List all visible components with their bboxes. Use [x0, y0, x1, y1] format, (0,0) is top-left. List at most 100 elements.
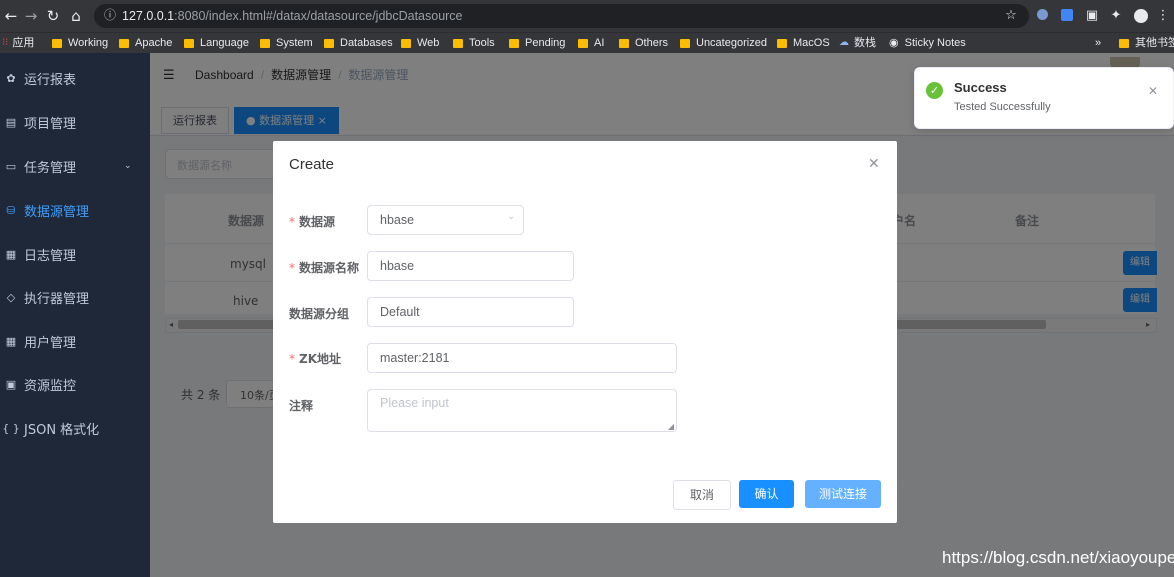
input-value: Default — [380, 305, 420, 319]
url-text[interactable]: 127.0.0.1:8080/index.html#/datax/datasou… — [122, 9, 463, 24]
folder-icon — [509, 38, 519, 48]
translate-icon[interactable] — [1060, 9, 1074, 23]
log-icon: ▦ — [5, 247, 17, 261]
zk-address-input[interactable]: master:2181 — [367, 343, 677, 373]
bookmark-apache[interactable]: Apache — [119, 36, 172, 50]
sidebar-item-log[interactable]: ▦ 日志管理 — [0, 232, 150, 276]
close-icon[interactable]: ✕ — [868, 156, 880, 172]
sidebar-item-label: JSON 格式化 — [24, 422, 100, 438]
sidebar-item-executor[interactable]: ◇ 执行器管理 — [0, 275, 150, 319]
bookmark-label: 其他书签 — [1135, 37, 1174, 49]
label-text: 数据源分组 — [289, 307, 350, 321]
folder-icon — [680, 38, 690, 48]
bookmark-databases[interactable]: Databases — [324, 36, 393, 50]
sidebar-item-report[interactable]: ✿ 运行报表 — [0, 56, 150, 100]
folder-icon — [184, 38, 194, 48]
required-asterisk: * — [289, 215, 295, 229]
bookmark-macos[interactable]: MacOS — [777, 36, 830, 50]
sidebar-item-datasource[interactable]: ⛁ 数据源管理 — [0, 188, 150, 232]
bookmarks-more[interactable]: » — [1095, 36, 1101, 50]
cancel-button[interactable]: 取消 — [673, 480, 731, 510]
bookmark-label: 数栈 — [854, 37, 876, 49]
back-icon[interactable]: ← — [2, 6, 20, 26]
home-icon[interactable]: ⌂ — [67, 6, 85, 26]
bookmark-language[interactable]: Language — [184, 36, 249, 50]
menu-icon[interactable]: ⋮ — [1156, 9, 1170, 23]
star-icon[interactable]: ☆ — [1004, 9, 1018, 23]
info-icon[interactable]: ⓘ — [104, 8, 118, 22]
sidebar-item-label: 资源监控 — [24, 378, 77, 394]
bookmark-label: AI — [594, 37, 605, 49]
dialog-title: Create — [289, 156, 335, 173]
sidebar-item-label: 任务管理 — [24, 160, 77, 176]
sidebar-item-json[interactable]: { } JSON 格式化 — [0, 406, 150, 450]
confirm-button[interactable]: 确认 — [739, 480, 794, 508]
sidebar-item-label: 数据源管理 — [24, 204, 90, 220]
sidebar-item-label: 执行器管理 — [24, 291, 90, 307]
folder-icon — [578, 38, 588, 48]
chevron-down-icon: ⌄ — [507, 212, 515, 222]
required-asterisk: * — [289, 352, 295, 366]
bookmark-sticky-notes[interactable]: ◉ Sticky Notes — [889, 36, 966, 50]
executor-icon: ◇ — [6, 290, 16, 304]
watermark: https://blog.csdn.net/xiaoyoupei — [942, 548, 1174, 567]
label-text: ZK地址 — [299, 352, 342, 366]
folder-icon — [52, 38, 62, 48]
bookmark-web[interactable]: Web — [401, 36, 439, 50]
apps-icon: ⁝⁝ — [2, 37, 9, 48]
bookmark-working[interactable]: Working — [52, 36, 108, 50]
more-label: » — [1095, 37, 1102, 49]
folder-icon — [119, 38, 129, 48]
check-circle-icon: ✓ — [926, 82, 943, 99]
select-value: hbase — [380, 213, 415, 227]
bookmarks-bar: ⁝⁝ 应用 Working Apache Language System Data… — [0, 32, 1174, 53]
bookmark-others[interactable]: Others — [619, 36, 668, 50]
bookmark-label: MacOS — [793, 37, 830, 49]
bookmark-other-bookmarks[interactable]: 其他书签 — [1119, 36, 1174, 50]
comment-textarea[interactable]: Please input ◢ — [367, 389, 677, 432]
sidebar-item-project[interactable]: ▤ 项目管理 — [0, 100, 150, 144]
bookmark-uncategorized[interactable]: Uncategorized — [680, 36, 767, 50]
datasource-name-input[interactable]: hbase — [367, 251, 574, 281]
folder-icon — [401, 38, 411, 48]
sidebar-item-label: 日志管理 — [24, 248, 77, 264]
url-path: :8080/index.html#/datax/datasource/jdbcD… — [174, 9, 463, 23]
bookmark-label: 应用 — [12, 37, 35, 49]
resize-handle-icon[interactable]: ◢ — [668, 422, 674, 431]
forward-icon[interactable]: → — [22, 6, 40, 26]
bookmark-pending[interactable]: Pending — [509, 36, 565, 50]
puzzle-icon[interactable]: ✦ — [1109, 9, 1123, 23]
extension-circle-icon[interactable] — [1035, 9, 1049, 23]
profile-icon[interactable] — [1134, 9, 1148, 23]
bookmark-label: Web — [417, 37, 440, 49]
extension-box-icon[interactable]: ▣ — [1085, 9, 1099, 23]
json-icon: { } — [2, 421, 20, 435]
bookmark-tools[interactable]: Tools — [453, 36, 495, 50]
bookmark-shuzhan[interactable]: ☁ 数栈 — [839, 36, 876, 50]
sidebar-item-user[interactable]: ▦ 用户管理 — [0, 319, 150, 363]
notification-message: Tested Successfully — [954, 101, 1051, 113]
database-icon: ⛁ — [6, 203, 16, 217]
globe-icon: ◉ — [889, 37, 899, 49]
reload-icon[interactable]: ↻ — [44, 6, 62, 26]
folder-icon — [260, 38, 270, 48]
user-icon: ▦ — [5, 334, 17, 348]
sidebar-item-task[interactable]: ▭ 任务管理 ⌄ — [0, 144, 150, 188]
input-value: master:2181 — [380, 351, 450, 365]
field-label-zk: * ZK地址 — [289, 350, 341, 367]
bookmark-system[interactable]: System — [260, 36, 313, 50]
sidebar: ✿ 运行报表 ▤ 项目管理 ▭ 任务管理 ⌄ ⛁ 数据源管理 ▦ 日志管理 ◇ 执行器管理 ▦… — [0, 53, 150, 577]
bookmark-ai[interactable]: AI — [578, 36, 604, 50]
folder-icon — [453, 38, 463, 48]
label-text: 数据源名称 — [299, 261, 360, 275]
test-connection-button[interactable]: 测试连接 — [805, 480, 881, 508]
sidebar-item-resource[interactable]: ▣ 资源监控 — [0, 362, 150, 406]
close-icon[interactable]: ✕ — [1148, 84, 1158, 98]
datasource-group-input[interactable]: Default — [367, 297, 574, 327]
bookmark-apps[interactable]: ⁝⁝ 应用 — [2, 36, 34, 50]
datasource-select[interactable]: hbase ⌄ — [367, 205, 524, 235]
bookmark-label: Pending — [525, 37, 566, 49]
cloud-icon: ☁ — [839, 37, 849, 48]
bookmark-label: Language — [200, 37, 249, 49]
field-label-name: * 数据源名称 — [289, 259, 359, 276]
